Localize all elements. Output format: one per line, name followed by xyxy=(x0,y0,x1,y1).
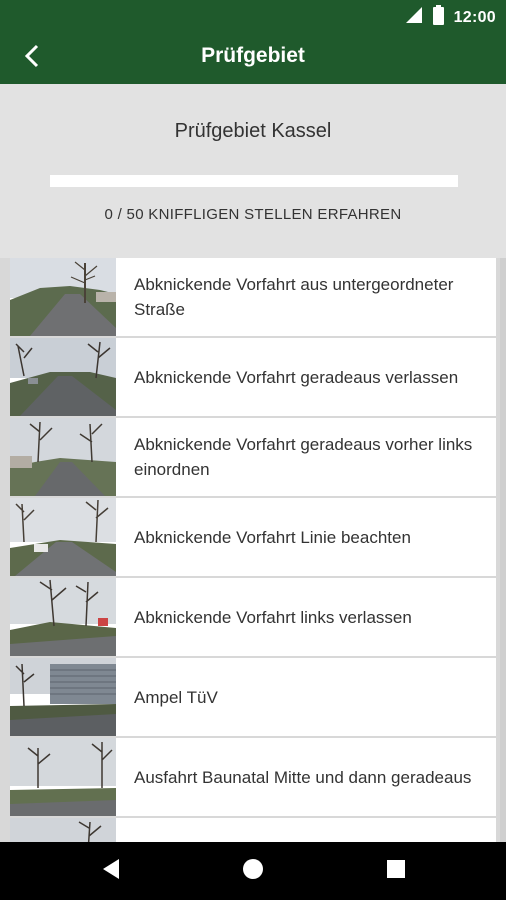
spot-list[interactable]: Abknickende Vorfahrt aus untergeordneter… xyxy=(0,258,506,842)
system-nav-bar xyxy=(0,842,506,900)
list-item-label: Abknickende Vorfahrt links verlassen xyxy=(134,607,412,627)
status-time: 12:00 xyxy=(453,8,496,26)
list-item[interactable]: Abknickende Vorfahrt Linie beachten xyxy=(10,498,496,576)
square-recents-icon xyxy=(386,859,406,884)
circle-home-icon xyxy=(242,858,264,885)
page-title: Prüfgebiet xyxy=(201,44,305,67)
list-item-label: Abknickende Vorfahrt aus untergeordneter… xyxy=(134,275,454,319)
list-item-label: Abknickende Vorfahrt Linie beachten xyxy=(134,527,411,547)
list-item-label: Abknickende Vorfahrt geradeaus verlassen xyxy=(134,367,459,387)
street-thumbnail xyxy=(10,338,116,416)
list-item[interactable]: Ausfahrt Baunatal Mitte und dann geradea… xyxy=(10,738,496,816)
list-item[interactable]: Abknickende Vorfahrt links verlassen xyxy=(10,578,496,656)
triangle-back-icon xyxy=(101,858,121,885)
region-title: Prüfgebiet Kassel xyxy=(174,120,332,142)
progress-label: 0 / 50 KNIFFLIGEN STELLEN ERFAHREN xyxy=(104,206,402,223)
street-thumbnail xyxy=(10,738,116,816)
region-header: Prüfgebiet Kassel 0 / 50 KNIFFLIGEN STEL… xyxy=(0,84,506,258)
status-bar: 12:00 xyxy=(0,0,506,32)
list-item-label: Abknickende Vorfahrt geradeaus vorher li… xyxy=(134,435,473,479)
list-item-label: Ampel TüV xyxy=(134,687,218,707)
list-item[interactable]: Abknickende Vorfahrt geradeaus verlassen xyxy=(10,338,496,416)
progress-bar xyxy=(50,175,458,187)
list-item[interactable]: Ampel TüV xyxy=(10,658,496,736)
list-item[interactable]: Abknickende Vorfahrt geradeaus vorher li… xyxy=(10,418,496,496)
nav-back-button[interactable] xyxy=(96,856,126,886)
scrollbar[interactable] xyxy=(500,258,506,842)
street-thumbnail xyxy=(10,258,116,336)
battery-icon xyxy=(432,5,444,30)
street-thumbnail xyxy=(10,498,116,576)
app-bar: Prüfgebiet xyxy=(0,32,506,84)
list-item[interactable] xyxy=(10,818,496,842)
list-item-label: Ausfahrt Baunatal Mitte und dann geradea… xyxy=(134,767,472,787)
nav-home-button[interactable] xyxy=(238,856,268,886)
street-thumbnail xyxy=(10,578,116,656)
street-thumbnail xyxy=(10,658,116,736)
street-thumbnail xyxy=(10,818,116,842)
street-thumbnail xyxy=(10,418,116,496)
nav-recents-button[interactable] xyxy=(381,856,411,886)
signal-icon xyxy=(405,6,423,29)
list-item[interactable]: Abknickende Vorfahrt aus untergeordneter… xyxy=(10,258,496,336)
